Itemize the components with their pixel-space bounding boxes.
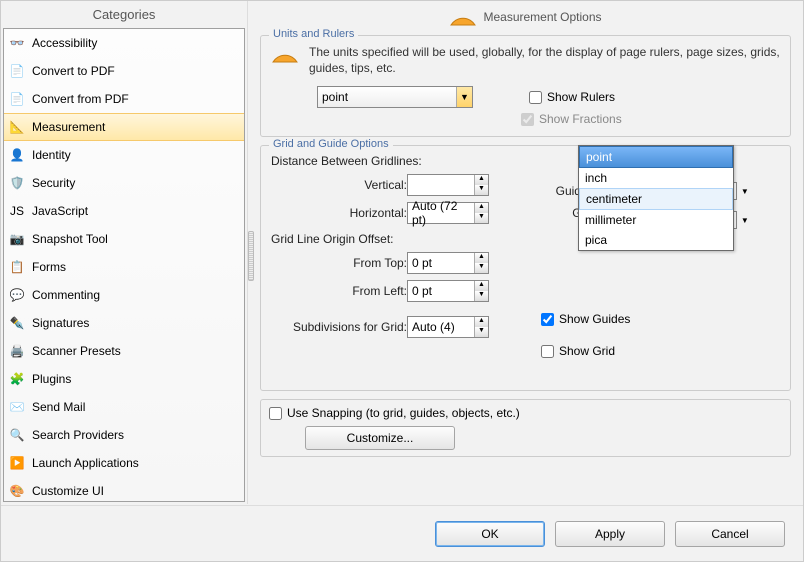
ok-button[interactable]: OK [435,521,545,547]
category-icon: 📄 [8,62,26,80]
content-pane: Measurement Options Units and Rulers The… [248,1,803,504]
category-icon: 🎨 [8,482,26,500]
customize-button[interactable]: Customize... [305,426,455,450]
category-icon: 📋 [8,258,26,276]
category-icon: ✒️ [8,314,26,332]
sidebar-item-convert-from-pdf[interactable]: 📄Convert from PDF [4,85,244,113]
category-icon: 🛡️ [8,174,26,192]
cancel-button[interactable]: Cancel [675,521,785,547]
category-icon: 👓 [8,34,26,52]
snapping-fieldset: Use Snapping (to grid, guides, objects, … [260,399,791,457]
units-legend: Units and Rulers [269,28,358,40]
protractor-icon [271,44,299,64]
sidebar-item-signatures[interactable]: ✒️Signatures [4,309,244,337]
sidebar-item-security[interactable]: 🛡️Security [4,169,244,197]
sidebar-item-snapshot-tool[interactable]: 📷Snapshot Tool [4,225,244,253]
protractor-icon [449,7,477,27]
sidebar-item-search-providers[interactable]: 🔍Search Providers [4,421,244,449]
units-description: The units specified will be used, global… [309,44,780,76]
from-top-spinner[interactable]: 0 pt▲▼ [407,252,489,274]
units-option-centimeter[interactable]: centimeter [579,188,733,210]
category-icon: 👤 [8,146,26,164]
sidebar-item-send-mail[interactable]: ✉️Send Mail [4,393,244,421]
units-option-pica[interactable]: pica [579,230,733,250]
category-icon: ✉️ [8,398,26,416]
show-rulers-checkbox[interactable]: Show Rulers [529,90,615,104]
sidebar-item-identity[interactable]: 👤Identity [4,141,244,169]
chevron-down-icon[interactable]: ▼ [456,87,472,107]
grid-legend: Grid and Guide Options [269,138,393,150]
sidebar-item-commenting[interactable]: 💬Commenting [4,281,244,309]
category-list: 👓Accessibility📄Convert to PDF📄Convert fr… [3,28,245,502]
show-fractions-checkbox[interactable]: Show Fractions [521,112,622,126]
show-guides-checkbox[interactable]: Show Guides [541,312,749,326]
use-snapping-checkbox[interactable]: Use Snapping (to grid, guides, objects, … [269,406,782,420]
vertical-spinner[interactable]: ▲▼ [407,174,489,196]
sidebar-item-plugins[interactable]: 🧩Plugins [4,365,244,393]
sidebar-item-convert-to-pdf[interactable]: 📄Convert to PDF [4,57,244,85]
sidebar-item-measurement[interactable]: 📐Measurement [4,113,244,141]
category-icon: JS [8,202,26,220]
units-dropdown-list[interactable]: pointinchcentimetermillimeterpica [578,145,734,251]
sidebar: Categories 👓Accessibility📄Convert to PDF… [1,1,248,504]
show-grid-checkbox[interactable]: Show Grid [541,344,749,358]
subdivisions-spinner[interactable]: Auto (4)▲▼ [407,316,489,338]
dialog-buttons: OK Apply Cancel [1,505,803,561]
horizontal-spinner[interactable]: Auto (72 pt)▲▼ [407,202,489,224]
sidebar-item-forms[interactable]: 📋Forms [4,253,244,281]
category-icon: 🔍 [8,426,26,444]
from-left-spinner[interactable]: 0 pt▲▼ [407,280,489,302]
category-icon: 📐 [8,118,26,136]
sidebar-item-launch-applications[interactable]: ▶️Launch Applications [4,449,244,477]
sidebar-header: Categories [3,3,245,28]
page-title: Measurement Options [483,10,601,24]
category-icon: 🧩 [8,370,26,388]
units-option-millimeter[interactable]: millimeter [579,210,733,230]
units-option-inch[interactable]: inch [579,168,733,188]
category-icon: 📷 [8,230,26,248]
sidebar-item-javascript[interactable]: JSJavaScript [4,197,244,225]
sidebar-item-customize-ui[interactable]: 🎨Customize UI [4,477,244,502]
sidebar-item-accessibility[interactable]: 👓Accessibility [4,29,244,57]
units-option-point[interactable]: point [579,146,733,168]
category-icon: 🖨️ [8,342,26,360]
category-icon: 💬 [8,286,26,304]
category-icon: ▶️ [8,454,26,472]
sidebar-item-scanner-presets[interactable]: 🖨️Scanner Presets [4,337,244,365]
apply-button[interactable]: Apply [555,521,665,547]
category-icon: 📄 [8,90,26,108]
units-combo[interactable]: point ▼ [317,86,473,108]
units-fieldset: Units and Rulers The units specified wil… [260,35,791,137]
